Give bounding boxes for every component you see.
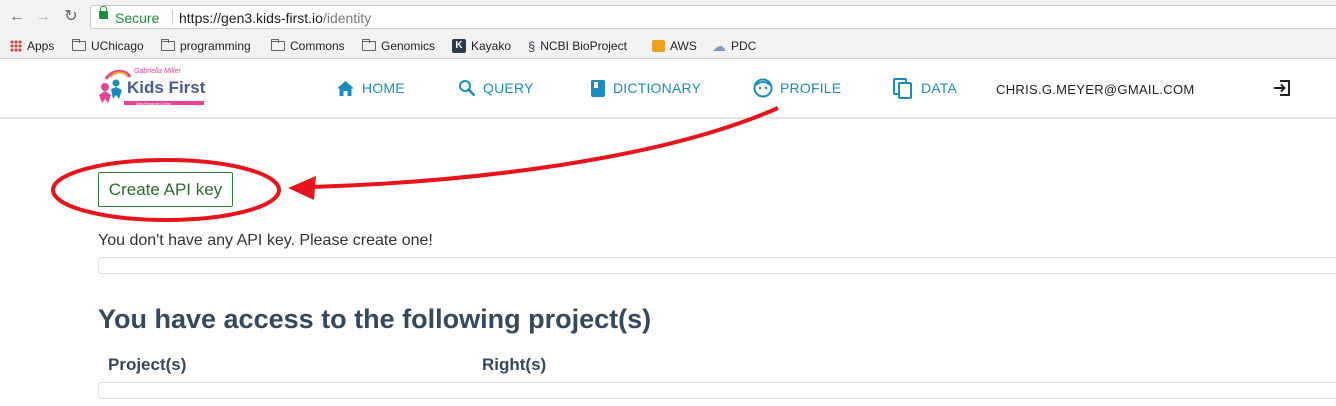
forward-arrow-icon[interactable]: → — [34, 8, 52, 26]
ncbi-icon: § — [528, 38, 536, 54]
url-text[interactable]: https://gen3.kids-first.io/identity — [179, 10, 371, 26]
book-icon — [590, 79, 606, 98]
search-icon — [458, 79, 476, 97]
bookmark-label: Apps — [27, 39, 55, 53]
nav-label: QUERY — [483, 80, 534, 96]
nav-profile[interactable]: PROFILE — [753, 78, 841, 98]
no-api-key-message: You don't have any API key. Please creat… — [98, 232, 433, 249]
app-header: Data Resource Center Gabriella Miller Ki… — [0, 59, 1336, 119]
nav-label: HOME — [362, 80, 405, 96]
nav-label: DATA — [921, 80, 958, 96]
access-heading: You have access to the following project… — [98, 304, 652, 334]
bookmark-label: NCBI BioProject — [540, 39, 627, 53]
bookmark-ncbi[interactable]: § NCBI BioProject — [528, 38, 627, 54]
bookmark-genomics[interactable]: Genomics — [362, 38, 435, 54]
svg-text:Data Resource Center: Data Resource Center — [136, 102, 172, 106]
logout-icon[interactable] — [1272, 79, 1292, 102]
nav-label: DICTIONARY — [613, 80, 702, 96]
nav-label: PROFILE — [780, 80, 842, 96]
folder-icon — [72, 39, 86, 51]
folder-icon — [271, 39, 285, 51]
bookmark-commons[interactable]: Commons — [271, 38, 345, 54]
folder-icon — [161, 39, 175, 51]
kids-first-logo[interactable]: Data Resource Center Gabriella Miller Ki… — [96, 65, 208, 113]
nav-data[interactable]: DATA — [892, 77, 958, 99]
bookmarks-bar: Apps UChicago programming Commons Genomi… — [0, 34, 1336, 59]
lock-icon — [99, 6, 108, 19]
home-icon — [336, 80, 355, 97]
nav-home[interactable]: HOME — [336, 78, 405, 98]
column-header-rights: Right(s) — [482, 355, 547, 374]
nav-query[interactable]: QUERY — [458, 78, 534, 98]
create-api-key-button[interactable]: Create API key — [98, 172, 233, 207]
bookmark-label: AWS — [670, 39, 697, 53]
bookmark-label: Genomics — [381, 39, 436, 53]
back-arrow-icon[interactable]: ← — [8, 8, 26, 26]
kayako-icon: K — [452, 39, 466, 53]
cloud-icon: ☁ — [712, 37, 726, 54]
projects-table-body — [98, 382, 1336, 399]
secure-label: Secure — [115, 10, 160, 26]
reload-icon[interactable]: ↻ — [62, 8, 80, 26]
nav-dictionary[interactable]: DICTIONARY — [590, 78, 701, 98]
face-icon — [753, 78, 773, 98]
aws-icon — [652, 40, 665, 52]
files-icon — [892, 77, 914, 99]
user-email[interactable]: CHRIS.G.MEYER@GMAIL.COM — [996, 82, 1195, 97]
column-header-projects: Project(s) — [108, 355, 187, 374]
bookmark-programming[interactable]: programming — [161, 38, 251, 54]
bookmark-aws[interactable]: AWS — [652, 38, 697, 54]
bookmark-pdc[interactable]: ☁ PDC — [712, 38, 756, 54]
apps-grid-icon — [10, 40, 22, 52]
bookmark-label: Kayako — [471, 39, 512, 53]
annotation-arrow-line — [311, 106, 779, 189]
annotation-arrowhead — [288, 176, 316, 200]
logo-text: Kids First — [127, 78, 206, 97]
api-key-list — [98, 257, 1336, 274]
bookmark-label: UChicago — [91, 39, 144, 53]
address-bar[interactable]: Secure https://gen3.kids-first.io/identi… — [90, 5, 1336, 29]
bookmark-kayako[interactable]: K Kayako — [452, 38, 511, 54]
bookmark-label: PDC — [731, 39, 757, 53]
bookmark-apps[interactable]: Apps — [10, 38, 54, 54]
folder-icon — [362, 39, 376, 51]
address-divider — [172, 10, 173, 25]
bookmark-uchicago[interactable]: UChicago — [72, 38, 144, 54]
browser-toolbar: ← → ↻ Secure https://gen3.kids-first.io/… — [0, 0, 1336, 34]
bookmark-label: programming — [180, 39, 251, 53]
bookmark-label: Commons — [290, 39, 345, 53]
logo-top-text: Gabriella Miller — [134, 68, 181, 75]
